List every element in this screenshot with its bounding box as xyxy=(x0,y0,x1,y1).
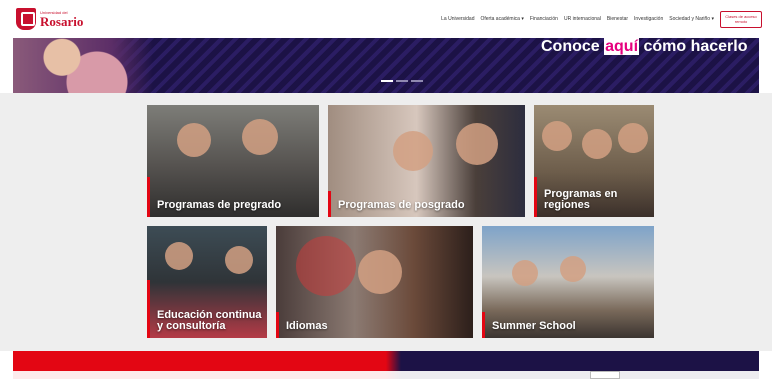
nav-item-oferta[interactable]: Oferta académica ▾ xyxy=(481,16,524,22)
programs-section: Programas de pregrado Programas de posgr… xyxy=(0,93,772,351)
site-header: Universidad del Rosario La Universidad O… xyxy=(0,0,772,38)
photo-person xyxy=(618,123,648,153)
program-card-summer-school[interactable]: Summer School xyxy=(482,226,654,338)
hero-text-after: cómo hacerlo xyxy=(639,38,748,55)
carousel-dot[interactable] xyxy=(396,80,408,82)
carousel-dot[interactable] xyxy=(411,80,423,82)
photo-person xyxy=(177,123,211,157)
accent-bar xyxy=(147,280,150,338)
accent-bar xyxy=(328,191,331,217)
nav-item-investigacion[interactable]: Investigación xyxy=(634,16,663,22)
nav-item-universidad[interactable]: La Universidad xyxy=(441,16,474,22)
photo-person xyxy=(242,119,278,155)
logo-text: Universidad del Rosario xyxy=(40,10,84,29)
cookie-bar xyxy=(0,371,772,379)
program-label: Summer School xyxy=(492,319,576,332)
shield-icon xyxy=(16,8,36,30)
program-card-educacion-continua[interactable]: Educación continua y consultoría xyxy=(147,226,267,338)
photo-person xyxy=(225,246,253,274)
carousel-dots xyxy=(381,80,423,82)
photo-person xyxy=(582,129,612,159)
photo-person xyxy=(560,256,586,282)
logo-big-text: Rosario xyxy=(40,13,84,29)
program-label: Programas de posgrado xyxy=(338,198,465,211)
university-logo[interactable]: Universidad del Rosario xyxy=(16,8,83,30)
hero-text: Conoce aquí cómo hacerlo xyxy=(541,38,748,56)
carousel-dot[interactable] xyxy=(381,80,393,82)
nav-item-financiacion[interactable]: Financiación xyxy=(530,16,558,22)
nav-item-sociedad[interactable]: Sociedad y Nariño ▾ xyxy=(669,16,714,22)
program-card-regiones[interactable]: Programas en regiones xyxy=(534,105,654,217)
accent-bar xyxy=(276,312,279,338)
photo-globe xyxy=(296,236,356,296)
photo-person xyxy=(512,260,538,286)
program-card-posgrado[interactable]: Programas de posgrado xyxy=(328,105,525,217)
remote-access-button[interactable]: Clases de acceso remoto xyxy=(720,11,762,28)
program-card-idiomas[interactable]: Idiomas xyxy=(276,226,473,338)
cookie-accept-button[interactable] xyxy=(590,371,620,379)
program-label: Idiomas xyxy=(286,319,328,332)
program-card-pregrado[interactable]: Programas de pregrado xyxy=(147,105,319,217)
program-label: Educación continua y consultoría xyxy=(157,308,262,332)
hero-photo xyxy=(13,38,153,93)
program-label: Programas en regiones xyxy=(544,187,618,211)
accent-bar xyxy=(147,177,150,217)
accent-bar xyxy=(534,177,537,217)
nav-item-bienestar[interactable]: Bienestar xyxy=(607,16,628,22)
photo-person xyxy=(542,121,572,151)
hero-link-aqui[interactable]: aquí xyxy=(604,38,640,55)
photo-person xyxy=(165,242,193,270)
program-label: Programas de pregrado xyxy=(157,198,282,211)
main-nav: La Universidad Oferta académica ▾ Financ… xyxy=(441,16,714,22)
photo-person xyxy=(456,123,498,165)
hero-banner[interactable]: Conoce aquí cómo hacerlo xyxy=(13,38,759,93)
nav-item-internacional[interactable]: UR internacional xyxy=(564,16,601,22)
photo-person xyxy=(358,250,402,294)
photo-person xyxy=(393,131,433,171)
hero-text-before: Conoce xyxy=(541,38,605,55)
accent-bar xyxy=(482,312,485,338)
